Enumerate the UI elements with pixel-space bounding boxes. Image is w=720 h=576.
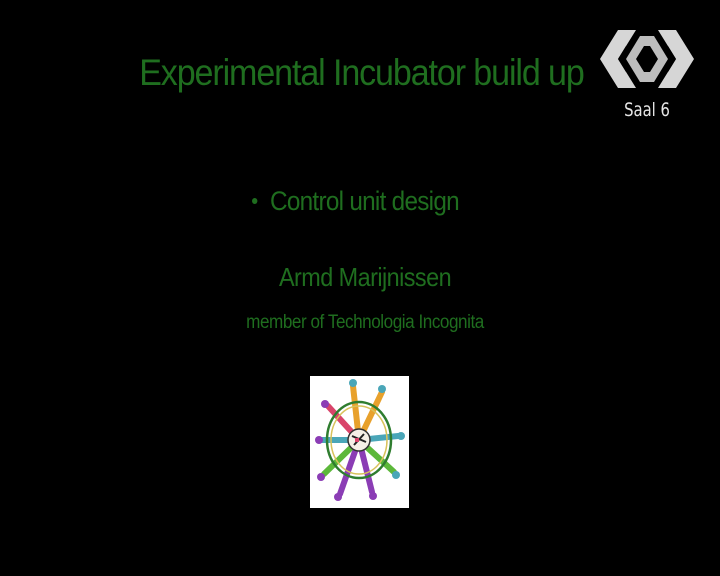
speaker-name: Armd Marijnissen: [278, 262, 452, 292]
ccc-diamond-logo-icon: [598, 26, 696, 92]
speaker-affiliation: member of Technologia Incognita: [246, 312, 484, 333]
channel-label: Saal 6: [624, 99, 670, 121]
slide-title: Experimental Incubator build up: [139, 52, 585, 93]
video-frame: Experimental Incubator build up Control …: [0, 0, 720, 576]
bullet-item: Control unit design: [252, 184, 460, 218]
bullet-text: Control unit design: [270, 186, 460, 216]
bullet-dot-icon: [252, 197, 258, 204]
technologia-incognita-wheel-logo-icon: [310, 376, 409, 508]
